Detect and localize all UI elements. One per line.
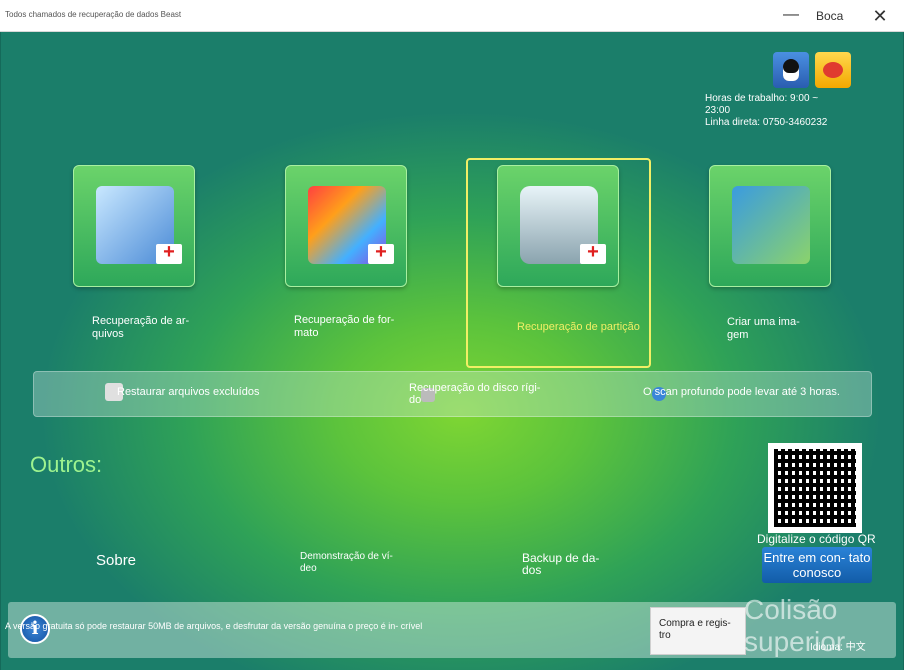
minimize-button[interactable]: — — [780, 4, 802, 26]
video-demo-link[interactable]: Demonstração de ví- deo — [300, 551, 410, 575]
buy-register-button[interactable]: Compra e regis- tro — [650, 607, 746, 655]
restore-deleted-files-option[interactable]: Restaurar arquivos excluídos — [117, 386, 259, 398]
close-icon[interactable]: ✕ — [868, 4, 892, 28]
first-aid-icon — [156, 241, 182, 264]
tile-label-partition-recovery[interactable]: Recuperação de partição — [517, 321, 647, 334]
image-backup-icon — [732, 186, 810, 264]
support-hours: Horas de trabalho: 9:00 ~ 23:00 Linha di… — [705, 93, 845, 129]
create-image-tile[interactable] — [709, 165, 831, 287]
qr-caption: Digitalize o código QR — [757, 532, 876, 546]
others-heading: Outros: — [30, 452, 103, 477]
about-link[interactable]: Sobre — [96, 553, 136, 568]
deep-scan-note: O scan profundo pode levar até 3 horas. — [643, 386, 840, 398]
file-recovery-tile[interactable] — [73, 165, 195, 287]
format-recovery-tile[interactable] — [285, 165, 407, 287]
free-version-notice: A versão gratuita só pode restaurar 50MB… — [5, 621, 423, 631]
contact-us-button[interactable]: Entre em con- tato conosco — [762, 547, 872, 583]
title-bar: Todos chamados de recuperação de dados B… — [0, 0, 904, 32]
weibo-icon[interactable] — [815, 52, 851, 88]
qr-code — [768, 443, 862, 533]
disk-recovery-option[interactable]: Recuperação do disco rígi- do — [409, 382, 549, 406]
tile-label-file-recovery[interactable]: Recuperação de ar- quivos — [92, 315, 202, 341]
window-title: Todos chamados de recuperação de dados B… — [5, 10, 182, 19]
close-label[interactable]: Boca — [816, 9, 843, 23]
work-hours: Horas de trabalho: 9:00 ~ 23:00 — [705, 93, 819, 116]
first-aid-icon — [368, 241, 394, 264]
hotline: Linha direta: 0750-3460232 — [705, 117, 828, 128]
qq-icon[interactable] — [773, 52, 809, 88]
tile-label-create-image[interactable]: Criar uma ima- gem — [727, 316, 817, 342]
tile-label-format-recovery[interactable]: Recuperação de for- mato — [294, 314, 404, 340]
language-selector[interactable]: Idioma: 中文 — [810, 638, 866, 653]
data-backup-link[interactable]: Backup de da- dos — [522, 552, 612, 576]
partition-recovery-tile[interactable] — [497, 165, 619, 287]
first-aid-icon — [580, 241, 606, 264]
